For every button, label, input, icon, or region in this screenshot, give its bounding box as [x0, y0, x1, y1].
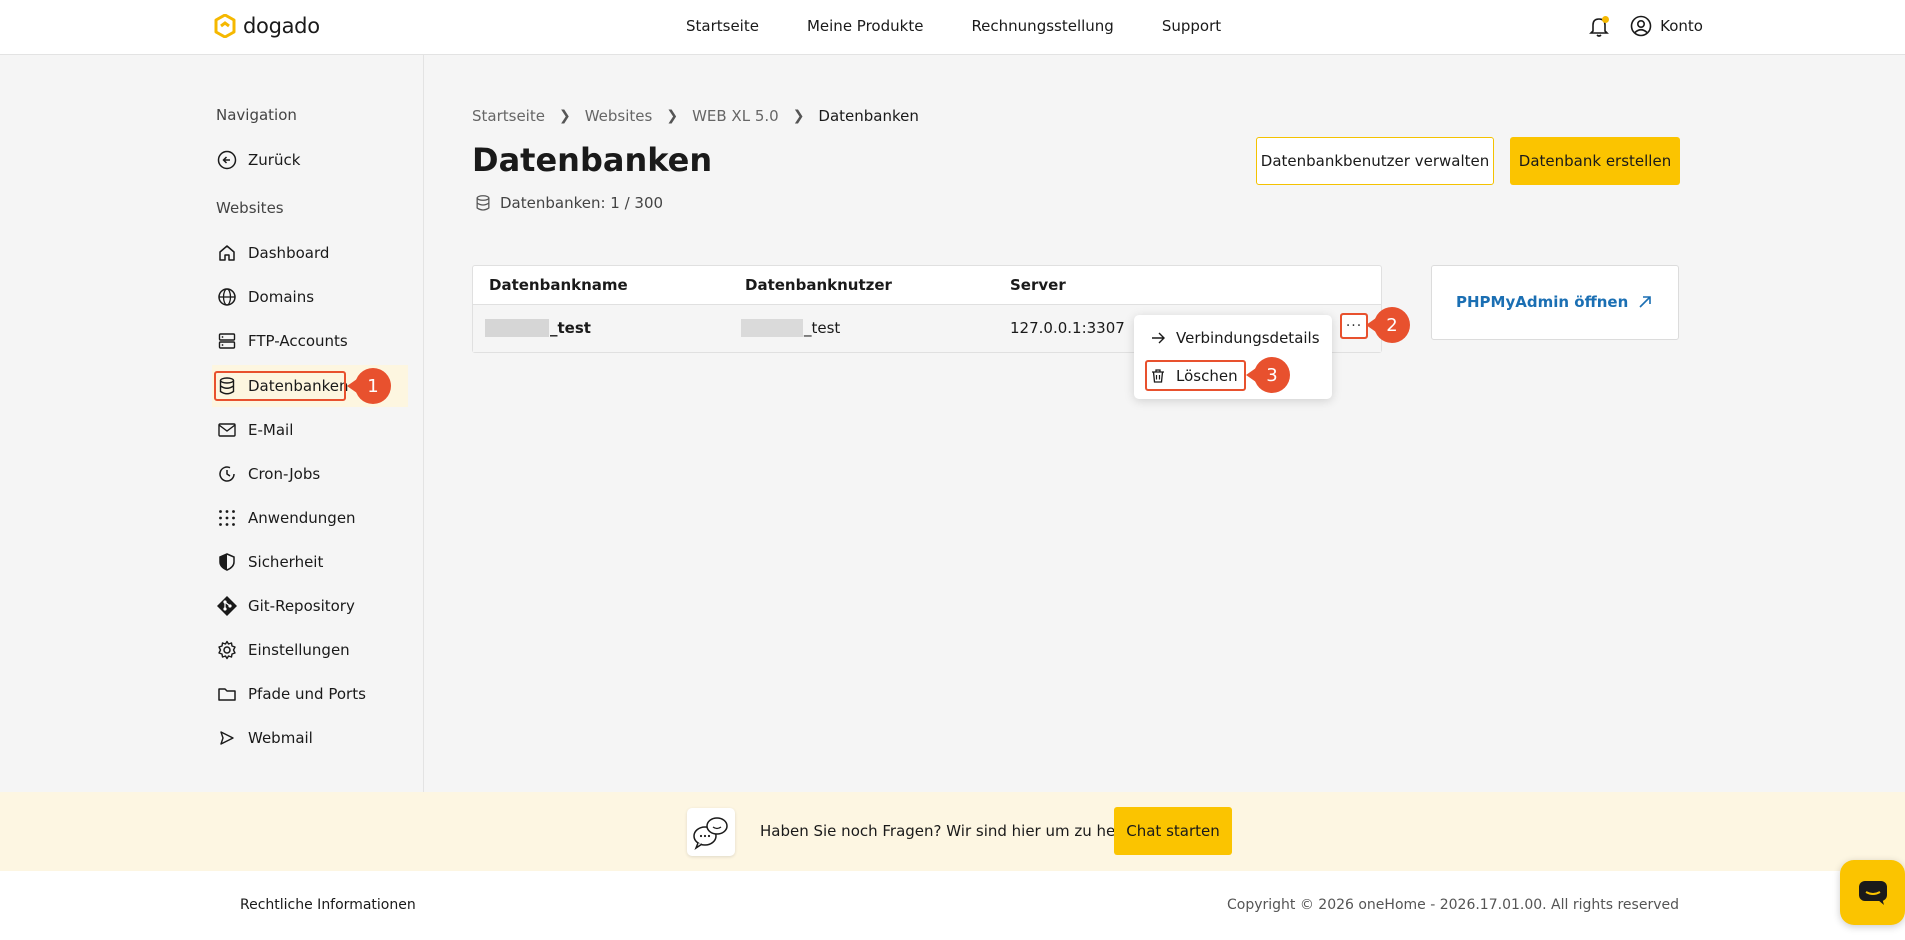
- breadcrumb: Startseite ❯ Websites ❯ WEB XL 5.0 ❯ Dat…: [472, 107, 919, 125]
- create-database-button[interactable]: Datenbank erstellen: [1510, 137, 1680, 185]
- sidebar-item-ftp-accounts[interactable]: FTP-Accounts: [216, 326, 348, 356]
- logo[interactable]: dogado: [214, 14, 320, 38]
- shield-icon: [216, 551, 238, 573]
- page-title: Datenbanken: [472, 141, 713, 179]
- sidebar-item-label: Git-Repository: [248, 597, 355, 615]
- sidebar-item-git-repository[interactable]: Git-Repository: [216, 591, 355, 621]
- sidebar-item-label: Dashboard: [248, 244, 330, 262]
- chat-icon: [1858, 880, 1887, 905]
- sidebar-back-link[interactable]: Zurück: [216, 145, 300, 175]
- sidebar-item-label: Domains: [248, 288, 315, 306]
- sidebar-item-pfade-und-ports[interactable]: Pfade und Ports: [216, 679, 366, 709]
- help-text: Haben Sie noch Fragen? Wir sind hier um …: [760, 822, 1149, 840]
- redacted-block: [485, 319, 549, 337]
- send-icon: [216, 727, 238, 749]
- menu-item-label: Verbindungsdetails: [1176, 329, 1320, 347]
- sidebar-item-domains[interactable]: Domains: [216, 282, 314, 312]
- sidebar-item-label: Pfade und Ports: [248, 685, 366, 703]
- db-name-cell: _test: [485, 319, 591, 337]
- chevron-right-icon: ❯: [792, 108, 805, 124]
- column-header-datenbanknutzer: Datenbanknutzer: [745, 276, 892, 294]
- server-icon: [216, 330, 238, 352]
- database-icon: [476, 195, 490, 211]
- gear-icon: [216, 639, 238, 661]
- annotation-step-2: 2: [1366, 307, 1410, 343]
- dogado-logo-icon: [214, 14, 236, 38]
- sidebar-back-label: Zurück: [248, 151, 301, 169]
- git-icon: [216, 595, 238, 617]
- chat-bubbles-icon: [687, 808, 735, 856]
- sidebar-item-label: Einstellungen: [248, 641, 350, 659]
- column-header-datenbankname: Datenbankname: [489, 276, 628, 294]
- header-actions: Konto: [1588, 14, 1703, 38]
- mail-icon: [216, 419, 238, 441]
- breadcrumb-current: Datenbanken: [818, 107, 919, 125]
- globe-icon: [216, 286, 238, 308]
- user-icon: [1630, 15, 1652, 37]
- breadcrumb-startseite[interactable]: Startseite: [472, 107, 545, 125]
- folder-icon: [216, 683, 238, 705]
- sidebar-item-email[interactable]: E-Mail: [216, 415, 293, 445]
- annotation-step-1: 1: [347, 368, 391, 404]
- sidebar-item-cron-jobs[interactable]: Cron-Jobs: [216, 459, 320, 489]
- phpmyadmin-link[interactable]: PHPMyAdmin öffnen: [1456, 293, 1652, 311]
- help-banner: Haben Sie noch Fragen? Wir sind hier um …: [0, 792, 1905, 871]
- phpmyadmin-card: PHPMyAdmin öffnen: [1431, 265, 1679, 340]
- top-bar: dogado Startseite Meine Produkte Rechnun…: [0, 0, 1905, 55]
- chevron-right-icon: ❯: [666, 108, 679, 124]
- home-icon: [216, 242, 238, 264]
- chat-widget-button[interactable]: [1840, 860, 1905, 925]
- nav-support[interactable]: Support: [1162, 17, 1221, 35]
- breadcrumb-websites[interactable]: Websites: [585, 107, 653, 125]
- clock-icon: [216, 463, 238, 485]
- annotation-box-1: [214, 371, 346, 401]
- column-header-server: Server: [1010, 276, 1066, 294]
- back-arrow-icon: [216, 149, 238, 171]
- legal-info-link[interactable]: Rechtliche Informationen: [240, 897, 416, 913]
- sidebar-item-einstellungen[interactable]: Einstellungen: [216, 635, 350, 665]
- grid-icon: [216, 507, 238, 529]
- db-user-suffix: _test: [804, 319, 841, 337]
- logo-text: dogado: [243, 14, 320, 38]
- arrow-right-icon: [1152, 332, 1165, 344]
- nav-rechnungsstellung[interactable]: Rechnungsstellung: [971, 17, 1113, 35]
- manage-db-users-button[interactable]: Datenbankbenutzer verwalten: [1256, 137, 1494, 185]
- phpmyadmin-label: PHPMyAdmin öffnen: [1456, 293, 1629, 311]
- nav-startseite[interactable]: Startseite: [686, 17, 759, 35]
- start-chat-button[interactable]: Chat starten: [1114, 807, 1232, 855]
- account-menu[interactable]: Konto: [1630, 15, 1703, 37]
- sidebar-item-label: E-Mail: [248, 421, 294, 439]
- db-server-cell: 127.0.0.1:3307: [1010, 319, 1125, 337]
- copyright-text: Copyright © 2026 oneHome - 2026.17.01.00…: [1226, 897, 1679, 913]
- sidebar-section-websites: Websites: [216, 199, 284, 217]
- sidebar-item-webmail[interactable]: Webmail: [216, 723, 313, 753]
- database-count-label: Datenbanken: 1 / 300: [500, 194, 664, 212]
- database-count: Datenbanken: 1 / 300: [474, 194, 663, 212]
- sidebar-item-anwendungen[interactable]: Anwendungen: [216, 503, 356, 533]
- sidebar-item-label: Anwendungen: [248, 509, 356, 527]
- db-user-cell: _test: [741, 319, 840, 337]
- db-name-suffix: _test: [550, 319, 591, 337]
- nav-meine-produkte[interactable]: Meine Produkte: [807, 17, 923, 35]
- sidebar-section-navigation: Navigation: [216, 106, 297, 124]
- annotation-box-3: [1145, 360, 1246, 391]
- sidebar-item-label: Cron-Jobs: [248, 465, 321, 483]
- external-link-icon: [1639, 296, 1652, 308]
- sidebar-item-dashboard[interactable]: Dashboard: [216, 238, 329, 268]
- menu-item-verbindungsdetails[interactable]: Verbindungsdetails: [1150, 329, 1320, 347]
- sidebar-item-label: FTP-Accounts: [248, 332, 348, 350]
- account-label: Konto: [1660, 17, 1703, 35]
- sidebar-item-label: Webmail: [248, 729, 313, 747]
- sidebar-item-label: Sicherheit: [248, 553, 324, 571]
- chevron-right-icon: ❯: [558, 108, 571, 124]
- breadcrumb-web-xl[interactable]: WEB XL 5.0: [692, 107, 779, 125]
- top-nav: Startseite Meine Produkte Rechnungsstell…: [686, 17, 1221, 35]
- annotation-box-2: [1340, 313, 1368, 339]
- annotation-step-3: 3: [1246, 357, 1290, 393]
- redacted-block: [741, 319, 803, 337]
- sidebar-item-sicherheit[interactable]: Sicherheit: [216, 547, 323, 577]
- footer: Rechtliche Informationen Copyright © 202…: [0, 871, 1905, 940]
- notifications-bell-icon[interactable]: [1588, 14, 1610, 38]
